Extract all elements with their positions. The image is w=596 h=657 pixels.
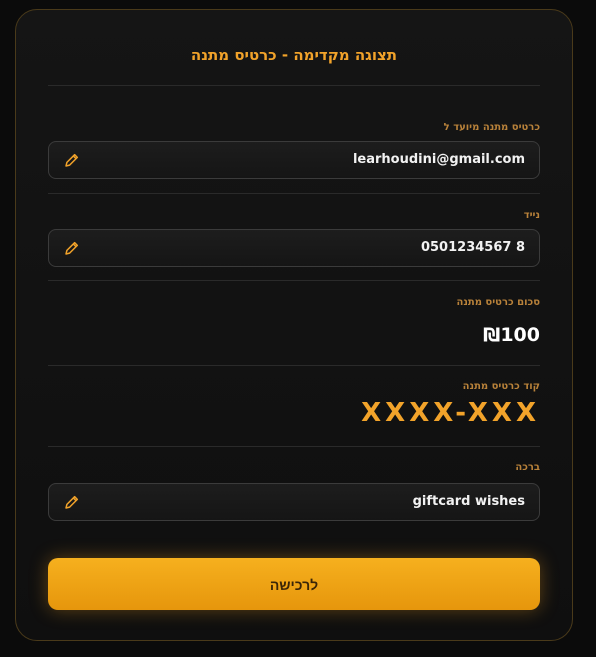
greeting-value: giftcard wishes (412, 494, 525, 509)
recipient-value: learhoudini@gmail.com (352, 152, 525, 167)
phone-label: נייד (523, 210, 540, 221)
code-value: XXXX-XXX (361, 398, 540, 428)
divider (48, 365, 540, 366)
divider (48, 280, 540, 281)
greeting-field[interactable]: giftcard wishes (48, 483, 540, 521)
amount-label: סכום כרטיס מתנה (456, 297, 540, 308)
phone-value: 0501234567 8 (420, 240, 525, 255)
pencil-icon[interactable] (63, 151, 81, 169)
gift-card-preview-panel: תצוגה מקדימה - כרטיס מתנה כרטיס מתנה מיו… (15, 9, 573, 641)
divider (48, 446, 540, 447)
divider (48, 193, 540, 194)
pencil-icon[interactable] (63, 493, 81, 511)
pencil-icon[interactable] (63, 239, 81, 257)
phone-field[interactable]: 0501234567 8 (48, 229, 540, 267)
code-label: קוד כרטיס מתנה (462, 381, 540, 392)
greeting-label: ברכה (515, 462, 540, 473)
recipient-label: כרטיס מתנה מיועד ל (443, 122, 540, 133)
amount-value: ₪100 (483, 324, 540, 346)
purchase-button[interactable]: לרכישה (48, 558, 540, 610)
divider (48, 85, 540, 86)
recipient-field[interactable]: learhoudini@gmail.com (48, 141, 540, 179)
page-title: תצוגה מקדימה - כרטיס מתנה (190, 46, 398, 64)
